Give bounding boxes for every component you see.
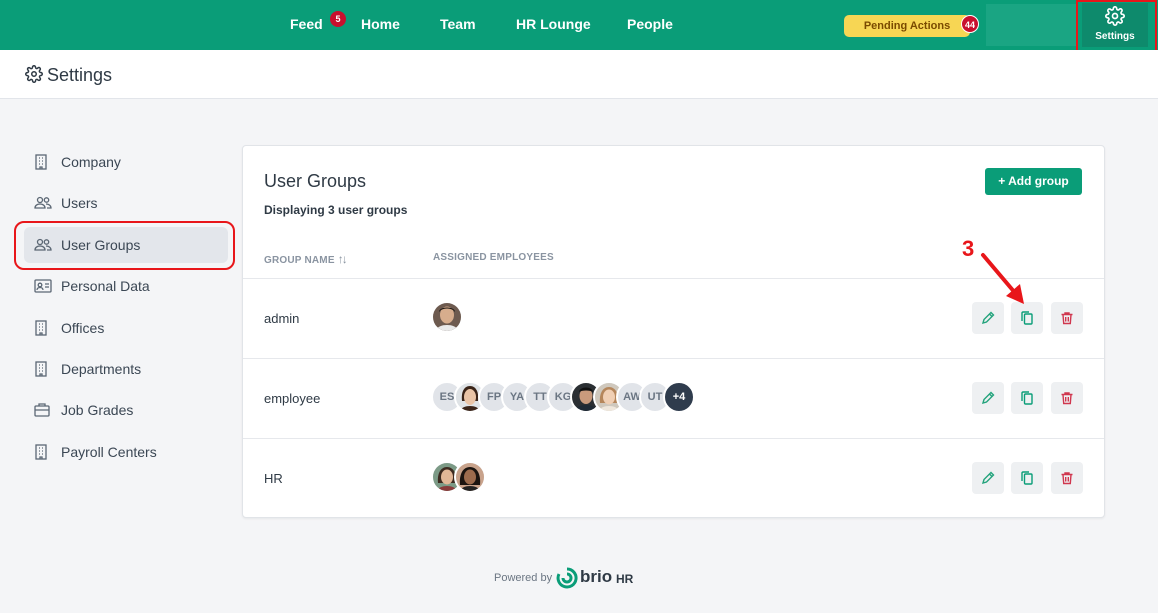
sidebar-item-label: Payroll Centers [61, 444, 157, 460]
copy-icon [1021, 311, 1033, 325]
delete-button[interactable] [1051, 462, 1083, 494]
annotation-number-3: 3 [962, 236, 975, 261]
card-title: User Groups [264, 171, 367, 191]
pencil-icon [981, 391, 995, 405]
sidebar-item-label: Company [61, 154, 121, 170]
copy-icon [1021, 391, 1033, 405]
building-icon [35, 444, 47, 460]
sidebar-item-departments[interactable]: Departments [24, 351, 228, 387]
table-row: HR [243, 438, 1104, 518]
top-navigation-bar: Feed 5 Home Team HR Lounge People Pendin… [0, 0, 1158, 50]
trash-icon [1061, 392, 1073, 405]
building-icon [35, 154, 47, 170]
more-employees-badge[interactable]: +4 [663, 381, 695, 413]
column-header-group-name[interactable]: GROUP NAME ↑↓ [264, 252, 348, 266]
sidebar-item-personal-data[interactable]: Personal Data [24, 268, 228, 304]
avatar[interactable] [454, 461, 486, 493]
id-card-icon [34, 279, 52, 293]
sidebar-item-users[interactable]: Users [24, 185, 228, 221]
table-row: admin [243, 278, 1104, 358]
group-name: employee [264, 391, 321, 406]
pending-count-badge: 44 [961, 15, 979, 33]
trash-icon [1061, 312, 1073, 325]
duplicate-button[interactable] [1011, 382, 1043, 414]
powered-by-text: Powered by [494, 572, 553, 584]
brand-suffix: HR [616, 572, 634, 586]
trash-icon [1061, 472, 1073, 485]
pending-actions-button[interactable]: Pending Actions [844, 15, 970, 37]
sidebar-item-payroll-centers[interactable]: Payroll Centers [24, 434, 228, 470]
delete-button[interactable] [1051, 302, 1083, 334]
sidebar-item-label: Users [61, 195, 98, 211]
brand-name: brio [580, 567, 613, 586]
user-groups-card: User Groups Displaying 3 user groups + A… [242, 145, 1105, 518]
sidebar-item-company[interactable]: Company [24, 144, 228, 180]
column-header-label: GROUP NAME [264, 255, 335, 266]
page-header: Settings [0, 50, 1158, 99]
edit-button[interactable] [972, 462, 1004, 494]
nav-team[interactable]: Team [440, 16, 476, 32]
avatar[interactable] [431, 301, 463, 333]
groups-count-text: Displaying 3 user groups [264, 203, 408, 217]
edit-button[interactable] [972, 382, 1004, 414]
users-icon [34, 196, 52, 209]
group-name: admin [264, 311, 300, 326]
group-name: HR [264, 471, 283, 486]
annotation-box-1 [1076, 0, 1157, 52]
delete-button[interactable] [1051, 382, 1083, 414]
briohr-logo-icon [556, 567, 578, 589]
annotation-arrow-icon [981, 253, 1024, 304]
sidebar-item-job-grades[interactable]: Job Grades [24, 392, 228, 428]
user-menu-area[interactable] [986, 4, 1076, 46]
nav-hr-lounge[interactable]: HR Lounge [516, 16, 591, 32]
copy-icon [1021, 471, 1033, 485]
gear-icon [25, 65, 43, 83]
column-header-assigned-employees: ASSIGNED EMPLOYEES [433, 252, 554, 263]
table-row: employee ES FP YA TT KG AW UT +4 [243, 358, 1104, 438]
sort-icon: ↑↓ [337, 252, 348, 266]
nav-people[interactable]: People [627, 16, 673, 32]
sidebar-item-offices[interactable]: Offices [24, 310, 228, 346]
sidebar-item-label: Offices [61, 320, 105, 336]
page-title: Settings [47, 65, 113, 85]
add-group-button[interactable]: + Add group [985, 168, 1082, 195]
feed-count-badge: 5 [330, 11, 346, 27]
building-icon [35, 361, 47, 377]
sidebar-item-label: Departments [61, 361, 142, 377]
briefcase-icon [34, 403, 50, 417]
pencil-icon [981, 311, 995, 325]
nav-home[interactable]: Home [361, 16, 400, 32]
duplicate-button[interactable] [1011, 462, 1043, 494]
pencil-icon [981, 471, 995, 485]
sidebar-item-label: Personal Data [61, 278, 150, 294]
building-icon [35, 320, 47, 336]
annotation-box-2 [14, 221, 235, 270]
sidebar-item-label: Job Grades [61, 402, 134, 418]
nav-feed[interactable]: Feed [290, 16, 323, 32]
